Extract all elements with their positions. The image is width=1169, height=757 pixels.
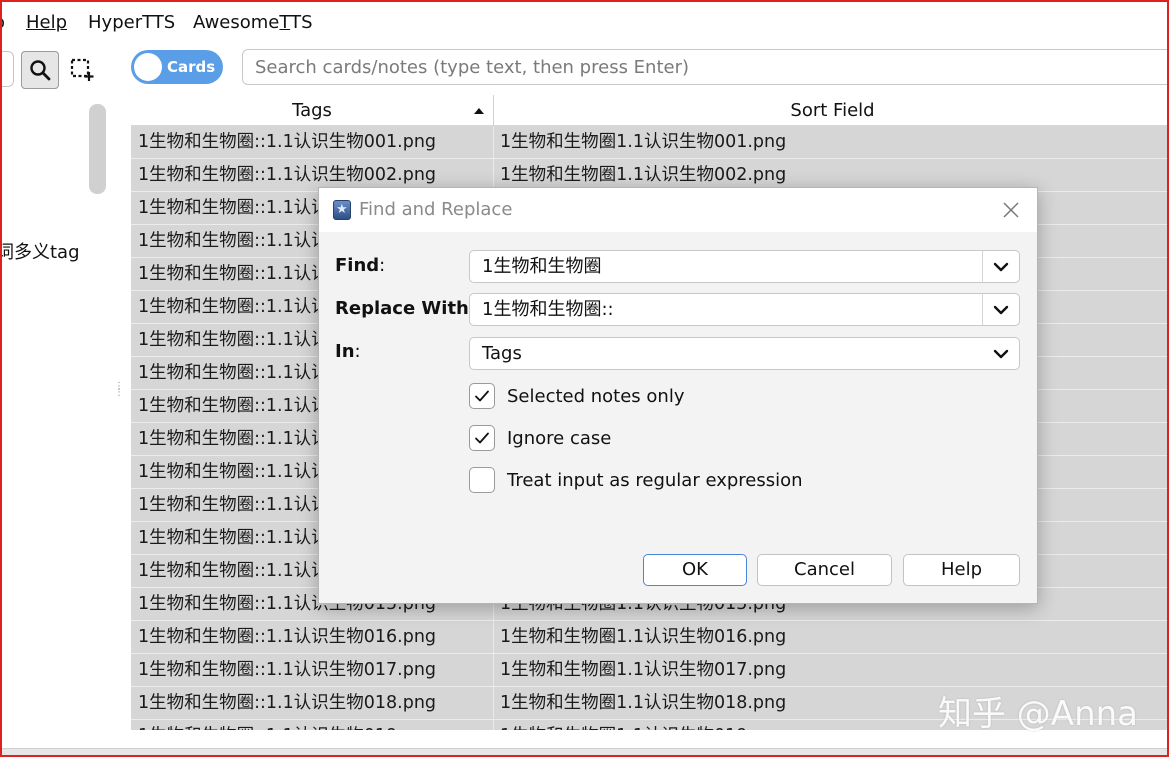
splitter-handle[interactable]: ⋮ ⋮ [114, 382, 124, 406]
find-replace-dialog: Find and Replace Find: 1生物和生物圈 Replace W… [318, 187, 1038, 604]
find-label: Find: [335, 255, 386, 276]
sidebar-search-input[interactable] [0, 51, 14, 87]
table-row[interactable]: 1生物和生物圈::1.1认识生物016.png 1生物和生物圈1.1认识生物016… [131, 621, 1169, 654]
anki-app-icon [333, 200, 351, 220]
in-value: Tags [482, 343, 522, 364]
table-row[interactable]: 1生物和生物圈::1.1认识生物001.png 1生物和生物圈1.1认识生物001… [131, 126, 1169, 159]
ok-button[interactable]: OK [643, 554, 747, 586]
cell-sort-field[interactable]: 1生物和生物圈1.1认识生物001.png [494, 126, 1169, 158]
checkmark-icon [475, 432, 489, 444]
sort-ascending-icon [474, 108, 484, 114]
regex-option[interactable]: Treat input as regular expression [469, 467, 803, 493]
chevron-down-icon[interactable] [991, 257, 1011, 277]
regex-label[interactable]: Treat input as regular expression [507, 470, 803, 491]
menu-item-awesometts[interactable]: AwesomeTTS [193, 12, 313, 33]
selected-notes-only-checkbox[interactable] [469, 383, 495, 409]
cell-tags[interactable]: 1生物和生物圈::1.1认识生物017.png [131, 654, 494, 686]
cell-tags[interactable]: 1生物和生物圈::1.1认识生物019.png [131, 720, 494, 730]
column-header-sort-field[interactable]: Sort Field [494, 95, 1169, 126]
find-combo[interactable]: 1生物和生物圈 [469, 250, 1020, 283]
menu-bar: o Help HyperTTS AwesomeTTS [0, 8, 1169, 42]
chevron-down-icon[interactable] [991, 300, 1011, 320]
menu-item-hypertts[interactable]: HyperTTS [88, 12, 175, 33]
regex-checkbox[interactable] [469, 467, 495, 493]
find-value[interactable]: 1生物和生物圈 [482, 251, 601, 282]
replace-value[interactable]: 1生物和生物圈:: [482, 294, 614, 325]
in-label: In: [335, 341, 361, 362]
menu-item-partial[interactable]: o [0, 12, 5, 33]
cell-tags[interactable]: 1生物和生物圈::1.1认识生物001.png [131, 126, 494, 158]
in-select[interactable]: Tags [469, 337, 1020, 370]
selected-notes-only-label[interactable]: Selected notes only [507, 386, 684, 407]
dialog-titlebar: Find and Replace [319, 188, 1037, 232]
ignore-case-option[interactable]: Ignore case [469, 425, 611, 451]
column-header-tags[interactable]: Tags [131, 95, 494, 126]
cell-sort-field[interactable]: 1生物和生物圈1.1认识生物017.png [494, 654, 1169, 686]
menu-item-help[interactable]: Help [26, 12, 67, 33]
cell-sort-field[interactable]: 1生物和生物圈1.1认识生物016.png [494, 621, 1169, 653]
toggle-knob [134, 53, 162, 81]
horizontal-scrollbar[interactable] [0, 748, 1169, 757]
cell-tags[interactable]: 1生物和生物圈::1.1认识生物016.png [131, 621, 494, 653]
replace-label: Replace With: [335, 298, 475, 319]
combo-separator [982, 294, 983, 325]
watermark: 知乎 @Anna [938, 694, 1138, 734]
cards-notes-toggle[interactable]: Cards [131, 50, 223, 84]
dialog-title: Find and Replace [359, 199, 513, 220]
selected-notes-only-option[interactable]: Selected notes only [469, 383, 684, 409]
sidebar-item-partial[interactable]: 词多义tag [0, 238, 80, 264]
help-button[interactable]: Help [903, 554, 1020, 586]
cancel-button[interactable]: Cancel [757, 554, 892, 586]
ignore-case-label[interactable]: Ignore case [507, 428, 611, 449]
combo-separator [982, 251, 983, 282]
table-row[interactable]: 1生物和生物圈::1.1认识生物017.png 1生物和生物圈1.1认识生物017… [131, 654, 1169, 687]
cell-tags[interactable]: 1生物和生物圈::1.1认识生物018.png [131, 687, 494, 719]
checkmark-icon [475, 390, 489, 402]
search-input[interactable] [242, 49, 1169, 85]
select-area-button[interactable] [66, 54, 98, 86]
search-icon [30, 60, 51, 81]
dashed-select-icon [70, 58, 94, 81]
table-header: Tags Sort Field [131, 95, 1169, 126]
chevron-down-icon[interactable] [991, 344, 1011, 364]
search-button[interactable] [21, 51, 59, 89]
toggle-label: Cards [167, 58, 216, 76]
replace-combo[interactable]: 1生物和生物圈:: [469, 293, 1020, 326]
ignore-case-checkbox[interactable] [469, 425, 495, 451]
close-icon[interactable] [999, 198, 1023, 222]
sidebar-scrollbar[interactable] [89, 104, 106, 194]
